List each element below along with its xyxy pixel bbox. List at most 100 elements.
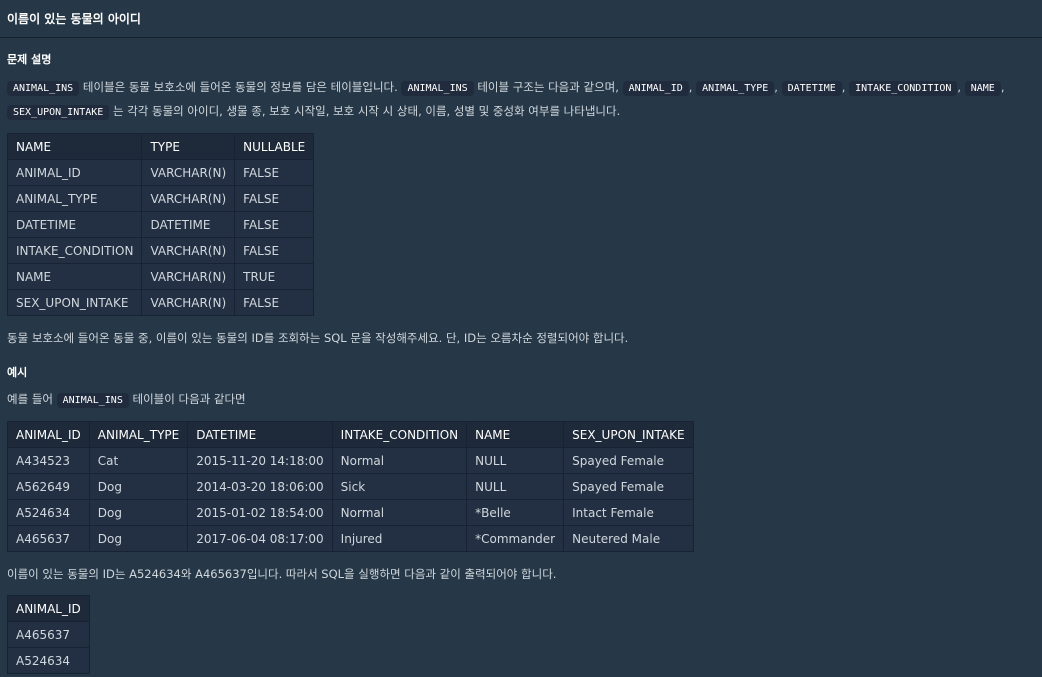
table-cell: *Commander	[466, 525, 565, 552]
table-cell: VARCHAR(N)	[141, 237, 236, 264]
table-cell: DATETIME	[141, 211, 236, 238]
table-cell: Sick	[331, 473, 468, 500]
example-intro: 예를 들어 ANIMAL_INS 테이블이 다음과 같다면	[7, 388, 1035, 412]
table-row: ANIMAL_TYPE VARCHAR(N) FALSE	[6, 185, 315, 212]
example-intro-before: 예를 들어	[7, 392, 53, 406]
table-cell: VARCHAR(N)	[141, 185, 236, 212]
table-cell: Normal	[331, 447, 468, 474]
table-cell: 2014-03-20 18:06:00	[187, 473, 333, 500]
table-header-cell: ANIMAL_ID	[7, 421, 90, 448]
problem-content: 문제 설명 ANIMAL_INS 테이블은 동물 보호소에 들어온 동물의 정보…	[0, 38, 1042, 674]
table-cell: A524634	[7, 647, 90, 674]
table-header-row: ANIMAL_ID	[7, 595, 90, 622]
table-cell: VARCHAR(N)	[141, 159, 236, 186]
table-header-row: NAME TYPE NULLABLE	[6, 133, 315, 160]
table-cell: Dog	[88, 525, 189, 552]
table-name-code: ANIMAL_INS	[401, 81, 474, 96]
table-row: ANIMAL_ID VARCHAR(N) FALSE	[6, 159, 315, 186]
table-cell: Spayed Female	[563, 473, 694, 500]
table-cell: NULL	[466, 447, 565, 474]
table-row: A434523 Cat 2015-11-20 14:18:00 Normal N…	[7, 447, 694, 474]
table-name-code: ANIMAL_INS	[7, 81, 80, 96]
table-cell: FALSE	[234, 185, 315, 212]
table-header-cell: SEX_UPON_INTAKE	[563, 421, 694, 448]
table-header-cell: INTAKE_CONDITION	[331, 421, 468, 448]
table-name-code: ANIMAL_INS	[56, 393, 129, 408]
table-cell: NULL	[466, 473, 565, 500]
table-header-cell: TYPE	[141, 133, 236, 160]
table-cell: FALSE	[234, 159, 315, 186]
table-header-cell: NULLABLE	[234, 133, 315, 160]
table-cell: *Belle	[466, 499, 565, 526]
table-cell: ANIMAL_TYPE	[6, 185, 143, 212]
table-header-cell: DATETIME	[187, 421, 333, 448]
description-text-3: 는 각각 동물의 아이디, 생물 종, 보호 시작일, 보호 시작 시 상태, …	[112, 104, 621, 118]
table-cell: DATETIME	[6, 211, 143, 238]
example-table: ANIMAL_ID ANIMAL_TYPE DATETIME INTAKE_CO…	[7, 421, 694, 552]
column-code: ANIMAL_ID	[622, 81, 689, 96]
table-header-cell: ANIMAL_TYPE	[88, 421, 189, 448]
separator: ,	[1000, 80, 1005, 94]
result-table: ANIMAL_ID A465637 A524634	[7, 595, 90, 674]
table-cell: Spayed Female	[563, 447, 694, 474]
table-cell: Cat	[88, 447, 189, 474]
table-cell: FALSE	[234, 289, 315, 316]
table-row: A562649 Dog 2014-03-20 18:06:00 Sick NUL…	[7, 473, 694, 500]
table-cell: Injured	[331, 525, 468, 552]
table-row: SEX_UPON_INTAKE VARCHAR(N) FALSE	[6, 289, 315, 316]
result-text: 이름이 있는 동물의 ID는 A524634와 A465637입니다. 따라서 …	[7, 567, 557, 581]
table-cell: 2015-11-20 14:18:00	[187, 447, 333, 474]
table-cell: A465637	[7, 525, 90, 552]
separator: ,	[774, 80, 778, 94]
column-code: ANIMAL_TYPE	[696, 81, 775, 96]
problem-page: 이름이 있는 동물의 아이디 문제 설명 ANIMAL_INS 테이블은 동물 …	[0, 0, 1042, 677]
table-cell: TRUE	[234, 263, 315, 290]
table-cell: 2015-01-02 18:54:00	[187, 499, 333, 526]
description-heading: 문제 설명	[7, 53, 52, 66]
separator: ,	[841, 80, 846, 94]
table-header-row: ANIMAL_ID ANIMAL_TYPE DATETIME INTAKE_CO…	[7, 421, 694, 448]
schema-table: NAME TYPE NULLABLE ANIMAL_ID VARCHAR(N) …	[6, 133, 315, 316]
table-cell: ANIMAL_ID	[6, 159, 143, 186]
table-cell: FALSE	[234, 237, 315, 264]
separator: ,	[688, 80, 693, 94]
table-header-cell: ANIMAL_ID	[7, 595, 90, 622]
table-header-cell: NAME	[466, 421, 565, 448]
table-cell: Normal	[331, 499, 468, 526]
table-cell: SEX_UPON_INTAKE	[6, 289, 143, 316]
task-text: 동물 보호소에 들어온 동물 중, 이름이 있는 동물의 ID를 조회하는 SQ…	[7, 331, 629, 345]
separator: ,	[957, 80, 962, 94]
table-cell: A434523	[7, 447, 90, 474]
table-cell: Neutered Male	[563, 525, 694, 552]
example-heading: 예시	[7, 366, 28, 379]
table-cell: NAME	[6, 263, 143, 290]
description-text-2: 테이블 구조는 다음과 같으며,	[477, 80, 619, 94]
table-cell: FALSE	[234, 211, 315, 238]
table-cell: VARCHAR(N)	[141, 289, 236, 316]
table-row: A465637	[7, 621, 90, 648]
table-cell: A465637	[7, 621, 90, 648]
column-code: SEX_UPON_INTAKE	[7, 105, 110, 120]
page-title: 이름이 있는 동물의 아이디	[0, 0, 1042, 38]
table-cell: Dog	[88, 473, 189, 500]
table-cell: A562649	[7, 473, 90, 500]
table-row: INTAKE_CONDITION VARCHAR(N) FALSE	[6, 237, 315, 264]
table-cell: VARCHAR(N)	[141, 263, 236, 290]
table-row: A524634	[7, 647, 90, 674]
example-intro-after: 테이블이 다음과 같다면	[132, 392, 246, 406]
column-code: NAME	[964, 81, 1001, 96]
table-row: NAME VARCHAR(N) TRUE	[6, 263, 315, 290]
table-row: A465637 Dog 2017-06-04 08:17:00 Injured …	[7, 525, 694, 552]
table-row: A524634 Dog 2015-01-02 18:54:00 Normal *…	[7, 499, 694, 526]
table-cell: INTAKE_CONDITION	[6, 237, 143, 264]
table-cell: Intact Female	[563, 499, 694, 526]
table-cell: 2017-06-04 08:17:00	[187, 525, 333, 552]
description-paragraph: ANIMAL_INS 테이블은 동물 보호소에 들어온 동물의 정보를 담은 테…	[7, 76, 1035, 124]
table-cell: Dog	[88, 499, 189, 526]
table-header-cell: NAME	[6, 133, 143, 160]
table-row: DATETIME DATETIME FALSE	[6, 211, 315, 238]
table-cell: A524634	[7, 499, 90, 526]
description-text-1: 테이블은 동물 보호소에 들어온 동물의 정보를 담은 테이블입니다.	[82, 80, 398, 94]
column-code: DATETIME	[781, 81, 842, 96]
column-code: INTAKE_CONDITION	[849, 81, 958, 96]
